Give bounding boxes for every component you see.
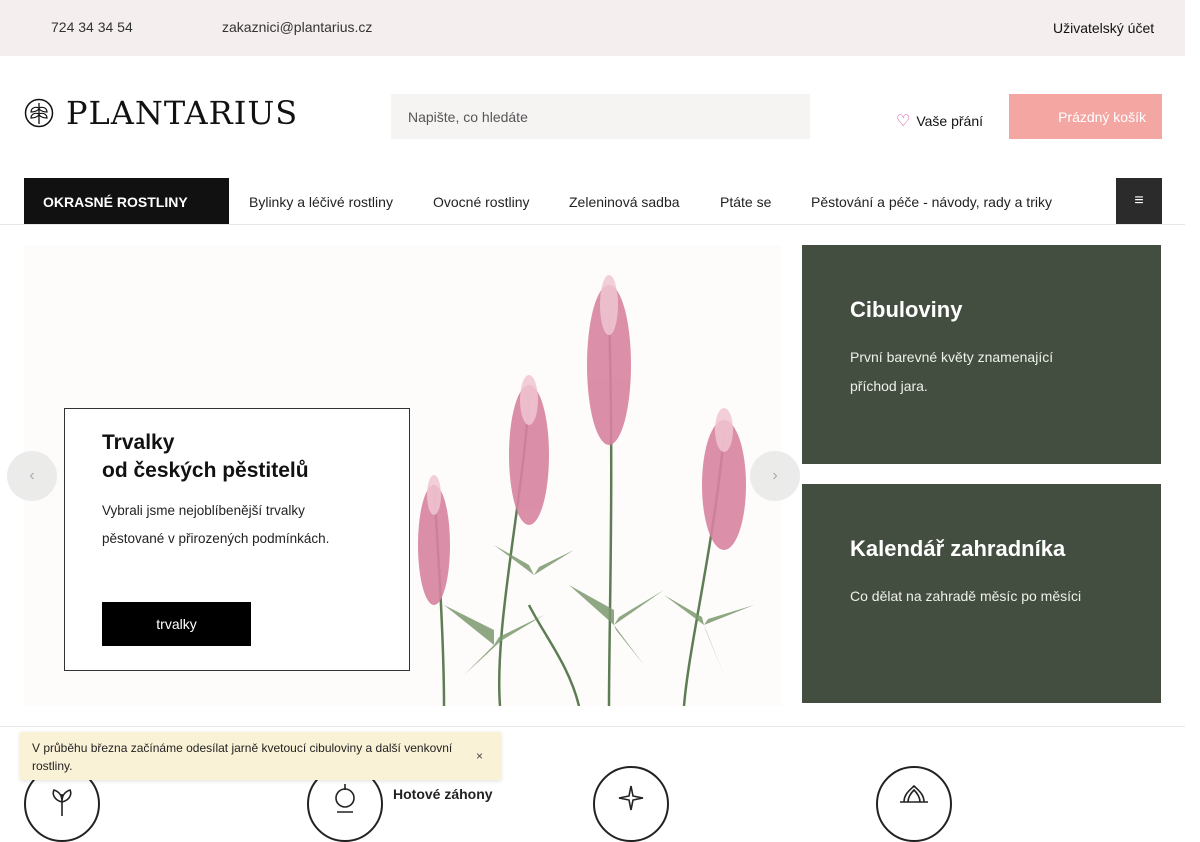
hero-title-line2: od českých pěstitelů [102,459,309,482]
promo-card-kalendar[interactable]: Kalendář zahradníka Co dělat na zahradě … [802,484,1161,703]
promo-title: Cibuloviny [850,297,963,322]
nav-item-ptate-se[interactable]: Ptáte se [720,194,771,210]
nav-item-okrasne-rostliny[interactable]: OKRASNÉ ROSTLINY [24,178,229,224]
nav-item-bylinky[interactable]: Bylinky a léčivé rostliny [249,194,393,210]
cart-button[interactable]: Prázdný košík [1009,94,1162,139]
slider-prev-button[interactable]: ‹ [7,451,57,501]
section-divider [0,726,1185,727]
menu-icon: ≡ [1134,192,1144,209]
promo-text: První barevné květy znamenající příchod … [850,349,1054,394]
phone-link[interactable]: 724 34 34 54 [51,19,133,35]
nav-divider [0,224,1185,225]
logo-text: PLANTARIUS [66,94,299,132]
logo[interactable]: PLANTARIUS [24,94,299,132]
main-nav: OKRASNÉ ROSTLINY Bylinky a léčivé rostli… [24,178,1162,224]
hero-cta-button[interactable]: trvalky [102,602,251,646]
user-account-link[interactable]: Uživatelský účet [1053,20,1154,36]
leaf-logo-icon [24,98,54,128]
wishlist-label: Vaše přání [916,113,984,129]
close-icon[interactable]: × [476,747,483,765]
hero-title: Trvalky od českých pěstitelů [102,429,309,485]
cart-label: Prázdný košík [1058,108,1146,125]
nav-item-pestovani[interactable]: Pěstování a péče - návody, rady a triky [811,194,1052,210]
promo-card-cibuloviny[interactable]: Cibuloviny První barevné květy znamenají… [802,245,1161,464]
notice-text: V průběhu března začínáme odesílat jarně… [32,741,453,773]
hero-title-line1: Trvalky [102,431,175,454]
top-bar: 724 34 34 54 zakaznici@plantarius.cz Uži… [0,0,1185,56]
header: PLANTARIUS ♡ Vaše přání Prázdný košík [0,56,1185,178]
promo-title: Kalendář zahradníka [850,536,1066,561]
email-link[interactable]: zakaznici@plantarius.cz [222,19,372,35]
notice-bar: V průběhu března začínáme odesílat jarně… [20,732,501,780]
hero-text: Vybrali jsme nejoblíbenější trvalky pěst… [102,503,330,546]
lotus-icon [876,766,952,842]
hero-card: Trvalky od českých pěstitelů Vybrali jsm… [64,408,410,671]
chevron-right-icon: › [772,467,778,484]
promo-text: Co dělat na zahradě měsíc po měsíci [850,588,1082,604]
nav-item-zeleninova-sadba[interactable]: Zeleninová sadba [569,194,680,210]
wishlist-link[interactable]: ♡ Vaše přání [896,111,983,131]
sparkle-plant-icon [593,766,669,842]
hero-slider[interactable]: Trvalky od českých pěstitelů Vybrali jsm… [24,245,782,706]
chevron-left-icon: ‹ [29,467,35,484]
heart-icon: ♡ [896,113,911,130]
slider-next-button[interactable]: › [750,451,800,501]
nav-item-ovocne[interactable]: Ovocné rostliny [433,194,529,210]
search-input[interactable] [391,94,810,139]
category-item[interactable] [876,766,962,842]
category-item[interactable] [593,766,679,842]
more-menu-button[interactable]: ≡ [1116,178,1162,224]
